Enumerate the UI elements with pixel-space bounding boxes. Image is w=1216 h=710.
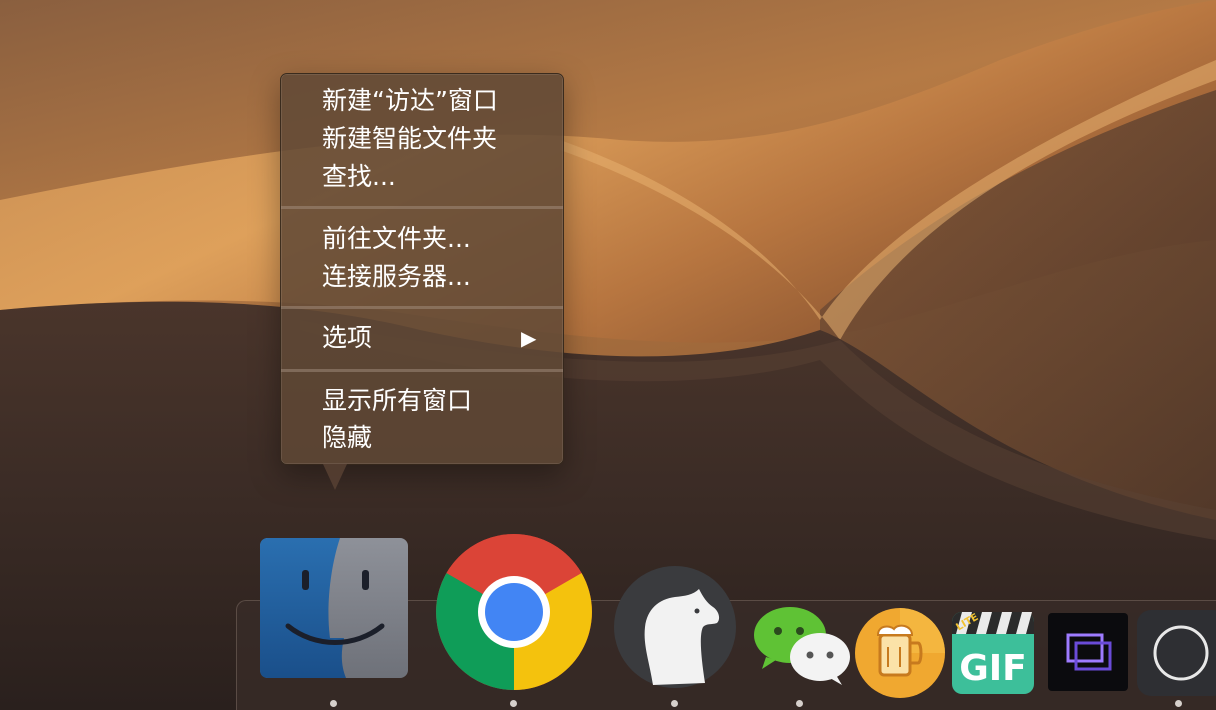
running-indicator xyxy=(510,700,517,707)
bear-icon[interactable] xyxy=(613,565,737,689)
chrome-icon[interactable] xyxy=(434,532,594,692)
menu-item-go-to-folder[interactable]: 前往文件夹... xyxy=(281,220,563,258)
menu-item-label: 查找... xyxy=(322,162,396,191)
menu-separator xyxy=(281,306,563,309)
gif-lite-icon[interactable]: LITE GIF xyxy=(952,612,1034,694)
menu-item-label: 新建“访达”窗口 xyxy=(322,86,498,115)
running-indicator xyxy=(796,700,803,707)
menu-item-new-finder-window[interactable]: 新建“访达”窗口 xyxy=(281,82,563,120)
running-indicator xyxy=(671,700,678,707)
menu-item-connect-to-server[interactable]: 连接服务器... xyxy=(281,258,563,296)
menu-item-label: 显示所有窗口 xyxy=(322,386,473,415)
menu-item-label: 选项 xyxy=(322,323,373,352)
menu-item-options[interactable]: 选项 ▶ xyxy=(281,319,563,357)
gif-label-text: GIF xyxy=(959,648,1027,689)
menu-pointer xyxy=(323,464,347,490)
finder-context-menu: 新建“访达”窗口 新建智能文件夹 查找... 前往文件夹... 连接服务器...… xyxy=(280,73,564,490)
beer-app-icon[interactable] xyxy=(854,607,946,699)
submenu-arrow-icon: ▶ xyxy=(521,326,537,350)
menu-separator xyxy=(281,206,563,209)
desktop: 新建“访达”窗口 新建智能文件夹 查找... 前往文件夹... 连接服务器...… xyxy=(0,0,1216,710)
menu-item-label: 隐藏 xyxy=(322,423,373,452)
menu-item-find[interactable]: 查找... xyxy=(281,158,563,196)
running-indicator xyxy=(330,700,337,707)
screen-app-icon[interactable] xyxy=(1048,613,1128,691)
wechat-icon[interactable] xyxy=(752,605,852,687)
finder-icon[interactable] xyxy=(260,538,408,678)
running-indicator xyxy=(1175,700,1182,707)
menu-item-show-all-windows[interactable]: 显示所有窗口 xyxy=(281,382,563,420)
circle-app-icon[interactable] xyxy=(1137,610,1216,696)
menu-item-new-smart-folder[interactable]: 新建智能文件夹 xyxy=(281,120,563,158)
menu-item-hide[interactable]: 隐藏 xyxy=(281,419,563,457)
menu-item-label: 连接服务器... xyxy=(322,262,471,291)
menu-item-label: 前往文件夹... xyxy=(322,224,471,253)
menu-item-label: 新建智能文件夹 xyxy=(322,124,498,153)
menu-separator xyxy=(281,369,563,372)
